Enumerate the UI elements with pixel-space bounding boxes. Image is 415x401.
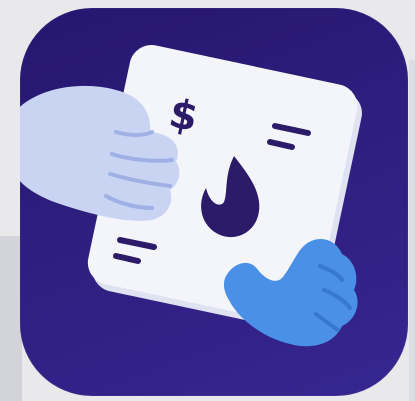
app-icon[interactable]: $ [20, 8, 408, 396]
app-icon-artwork: $ [20, 45, 362, 347]
screenshot-stage: $ [0, 0, 415, 401]
background-strip-left [0, 236, 22, 401]
background-strip-right [409, 60, 415, 401]
